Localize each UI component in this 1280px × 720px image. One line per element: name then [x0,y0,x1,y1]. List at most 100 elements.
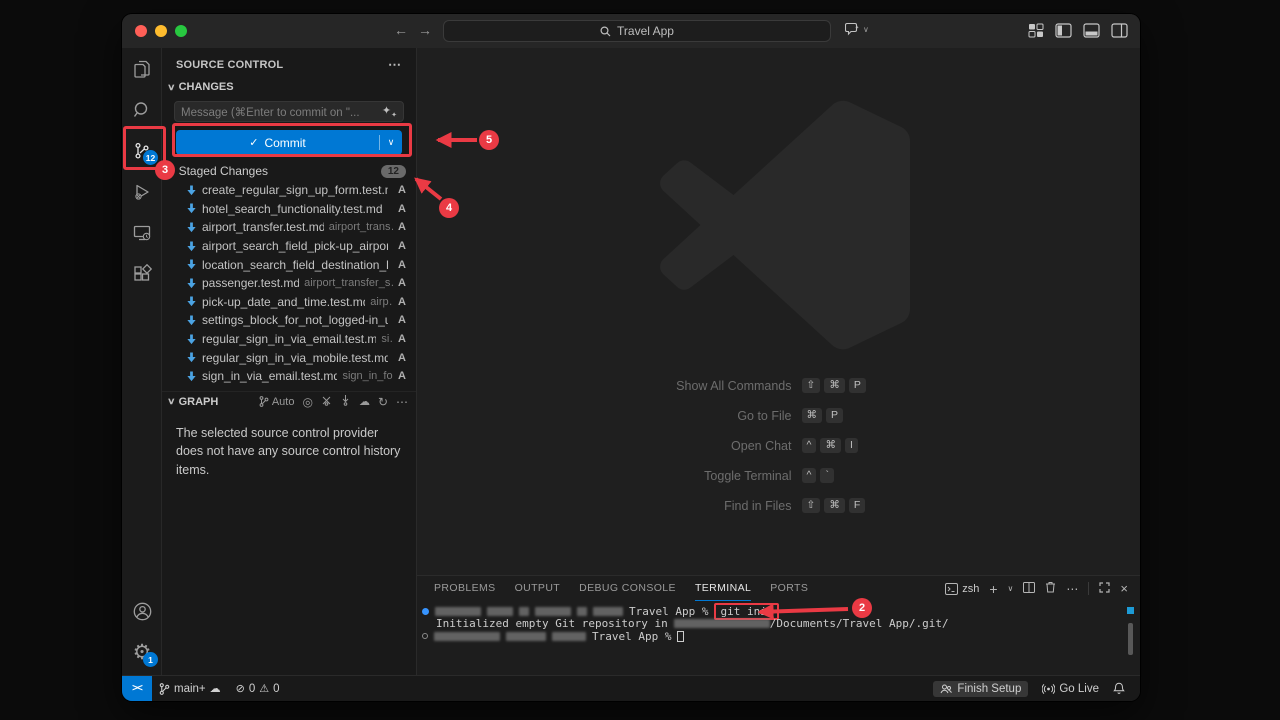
accounts-icon[interactable] [122,591,162,632]
copilot-chat-button[interactable]: ∨ [845,22,869,36]
back-icon[interactable]: ← [394,22,408,38]
file-name: hotel_search_functionality.test.md [202,202,383,216]
file-row[interactable]: pick-up_date_and_time.test.mdairp…A [162,293,416,312]
tab-terminal[interactable]: TERMINAL [695,576,751,601]
branch-status-item[interactable]: main+ ☁ [152,676,228,701]
chevron-down-icon[interactable]: ∨ [1008,584,1014,593]
maximize-panel-icon[interactable] [1099,582,1110,596]
branch-name: main+ [174,683,206,695]
commit-dropdown-button[interactable]: ∨ [380,137,402,148]
toggle-panel-icon[interactable] [1083,23,1100,38]
forward-icon[interactable]: → [418,22,432,38]
go-live-button[interactable]: Go Live [1035,676,1106,701]
file-status-badge: A [398,221,406,233]
window-controls[interactable] [135,25,187,37]
pull-icon[interactable] [340,395,351,409]
chevron-down-icon: ∨ [863,25,869,34]
file-row[interactable]: sign_in_via_email.test.mdsign_in_fo…A [162,367,416,386]
terminal-line: Travel App % git init [422,605,1120,617]
graph-section-header[interactable]: ∨ GRAPH Auto ◎ ☁ ↻ ⋯ [162,391,416,412]
run-debug-icon[interactable] [122,171,162,212]
target-icon[interactable]: ◎ [302,395,312,409]
vscode-window: ← → Travel App ∨ 12 [122,14,1140,701]
graph-auto-button[interactable]: Auto [259,396,295,408]
markdown-file-icon [186,315,197,326]
shortcut-label: Open Chat [614,439,792,453]
settings-gear-icon[interactable]: ⚙ 1 [122,632,162,673]
extensions-icon[interactable] [122,253,162,294]
file-row[interactable]: create_regular_sign_up_form.test.mdA [162,181,416,200]
file-row[interactable]: passenger.test.mdairport_transfer_s…A [162,274,416,293]
bottom-panel: PROBLEMS OUTPUT DEBUG CONSOLE TERMINAL P… [417,575,1140,675]
tab-debug-console[interactable]: DEBUG CONSOLE [579,576,676,601]
branch-icon [259,396,269,407]
kill-terminal-icon[interactable] [1045,581,1056,596]
search-view-icon[interactable] [122,89,162,130]
split-terminal-icon[interactable] [1023,582,1035,596]
tab-problems[interactable]: PROBLEMS [434,576,496,601]
staged-file-list: create_regular_sign_up_form.test.mdA hot… [162,181,416,386]
publish-cloud-icon: ☁ [210,682,221,695]
broadcast-icon [1042,683,1055,695]
markdown-file-icon [186,352,197,363]
minimize-window-button[interactable] [155,25,167,37]
toggle-primary-sidebar-icon[interactable] [1055,23,1072,38]
terminal-scrollbar[interactable] [1128,623,1133,655]
check-icon: ✓ [249,136,258,149]
markdown-file-icon [186,203,197,214]
fetch-icon[interactable] [321,395,332,409]
warning-icon: ⚠ [259,682,269,695]
push-cloud-icon[interactable]: ☁ [359,395,370,408]
redacted-text [519,607,529,616]
source-control-view-icon[interactable]: 12 [122,130,162,171]
file-status-badge: A [398,184,406,196]
commit-message-input[interactable]: Message (⌘Enter to commit on "... ✦✦ [174,101,404,122]
tab-ports[interactable]: PORTS [770,576,808,601]
changes-section-header[interactable]: ∨ CHANGES [162,77,416,96]
branch-icon [159,683,170,695]
shortcut-label: Go to File [614,409,792,423]
toggle-secondary-sidebar-icon[interactable] [1111,23,1128,38]
problems-status-item[interactable]: ⊘ 0 ⚠ 0 [228,682,288,695]
command-center-search[interactable]: Travel App [443,20,831,42]
file-row[interactable]: regular_sign_in_via_email.test.mdsi…A [162,330,416,349]
tab-output[interactable]: OUTPUT [515,576,561,601]
file-row[interactable]: hotel_search_functionality.test.mdA [162,200,416,219]
terminal-prompt: Travel App % [629,605,708,618]
file-row[interactable]: airport_transfer.test.mdairport_trans…A [162,218,416,237]
error-icon: ⊘ [236,682,245,695]
remote-explorer-icon[interactable] [122,212,162,253]
finish-setup-label: Finish Setup [957,683,1021,695]
file-path: airport_trans… [329,221,393,233]
more-actions-icon[interactable]: ⋯ [388,57,402,73]
file-status-badge: A [398,240,406,252]
customize-layout-icon[interactable] [1028,23,1044,38]
file-row[interactable]: settings_block_for_not_logged-in_u…A [162,311,416,330]
divider [1088,582,1089,595]
keycap: ⌘ [820,438,841,453]
file-status-badge: A [398,277,406,289]
settings-badge: 1 [143,652,158,667]
more-actions-icon[interactable]: ⋯ [1066,582,1078,596]
file-status-badge: A [398,314,406,326]
new-terminal-icon[interactable]: + [989,581,997,597]
staged-changes-header[interactable]: ∨ Staged Changes 12 [162,162,416,180]
remote-indicator[interactable]: >< [122,676,152,701]
close-window-button[interactable] [135,25,147,37]
more-actions-icon[interactable]: ⋯ [396,395,408,409]
zoom-window-button[interactable] [175,25,187,37]
shell-selector[interactable]: zsh [945,583,979,595]
close-panel-icon[interactable]: × [1120,581,1128,596]
terminal-content[interactable]: Travel App % git init Initialized empty … [422,605,1120,643]
file-row[interactable]: regular_sign_in_via_mobile.test.md…A [162,348,416,367]
markdown-file-icon [186,296,197,307]
file-row[interactable]: airport_search_field_pick-up_airpor…A [162,237,416,256]
explorer-icon[interactable] [122,48,162,89]
refresh-icon[interactable]: ↻ [378,395,388,409]
sparkle-icon[interactable]: ✦✦ [382,104,397,119]
redacted-text [434,632,500,641]
notifications-bell-icon[interactable] [1106,676,1132,701]
finish-setup-button[interactable]: Finish Setup [933,681,1028,697]
file-row[interactable]: location_search_field_destination_l…A [162,255,416,274]
commit-button[interactable]: ✓ Commit ∨ [176,130,402,155]
